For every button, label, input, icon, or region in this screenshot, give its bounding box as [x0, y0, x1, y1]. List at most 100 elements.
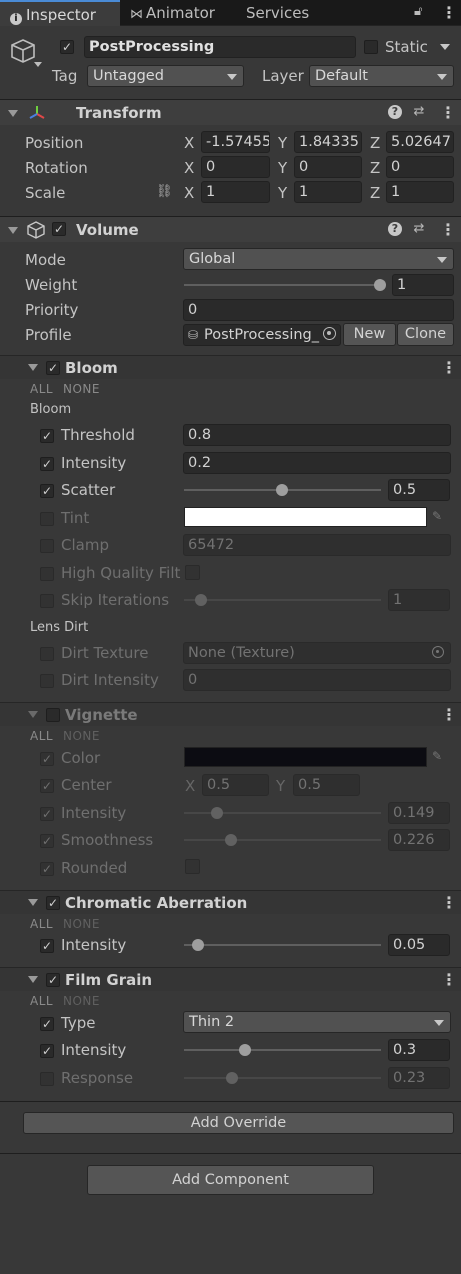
mode-dropdown[interactable]: Global [183, 248, 454, 270]
component-menu-icon[interactable]: ⋮ [440, 222, 456, 238]
tab-menu-icon[interactable]: ⋮ [441, 5, 457, 21]
add-override-button[interactable]: Add Override [23, 1112, 454, 1134]
foldout-arrow-icon[interactable] [28, 711, 38, 718]
position-y-field[interactable]: 1.84335 [294, 131, 362, 153]
dirt-texture-override-checkbox[interactable] [40, 647, 54, 661]
weight-slider-thumb[interactable] [374, 279, 386, 291]
object-name-input[interactable]: PostProcessing [84, 36, 356, 58]
presets-icon[interactable]: ⇄ [412, 105, 426, 119]
help-icon[interactable]: ? [388, 222, 402, 236]
clone-profile-button[interactable]: Clone [397, 323, 454, 346]
film-grain-enabled-checkbox[interactable]: ✓ [46, 973, 60, 987]
vignette-header[interactable]: Vignette ⋮ [0, 702, 461, 726]
smoothness-field[interactable]: 0.226 [388, 829, 450, 851]
position-z-field[interactable]: 5.02647 [386, 131, 454, 153]
tint-override-checkbox[interactable] [40, 512, 54, 526]
position-x-field[interactable]: -1.57455 [201, 131, 270, 153]
eyedropper-icon[interactable]: ✎ [432, 749, 442, 763]
priority-field[interactable]: 0 [183, 299, 454, 321]
tint-color-swatch[interactable] [184, 507, 427, 527]
none-button[interactable]: NONE [63, 382, 100, 396]
dirt-intensity-override-checkbox[interactable] [40, 674, 54, 688]
weight-field[interactable]: 1 [392, 274, 454, 296]
rotation-x-field[interactable]: 0 [201, 156, 270, 178]
foldout-arrow-icon[interactable] [8, 110, 18, 117]
chromatic-intensity-override-checkbox[interactable]: ✓ [40, 939, 54, 953]
rounded-checkbox[interactable] [185, 859, 200, 874]
color-override-checkbox[interactable]: ✓ [40, 752, 54, 766]
layer-dropdown[interactable]: Default [309, 65, 454, 87]
icon-dropdown-caret[interactable] [34, 62, 42, 67]
all-button[interactable]: ALL [30, 729, 53, 743]
response-override-checkbox[interactable] [40, 1072, 54, 1086]
grain-intensity-field[interactable]: 0.3 [388, 1039, 450, 1061]
hq-override-checkbox[interactable] [40, 567, 54, 581]
volume-enabled-checkbox[interactable]: ✓ [52, 222, 66, 236]
vignette-intensity-field[interactable]: 0.149 [388, 802, 450, 824]
dirt-texture-field[interactable]: None (Texture) [183, 642, 451, 664]
type-override-checkbox[interactable]: ✓ [40, 1017, 54, 1031]
film-grain-header[interactable]: ✓ Film Grain ⋮ [0, 967, 461, 991]
grain-intensity-override-checkbox[interactable]: ✓ [40, 1044, 54, 1058]
vignette-enabled-checkbox[interactable] [46, 708, 60, 722]
bloom-header[interactable]: ✓ Bloom ⋮ [0, 355, 461, 379]
chromatic-intensity-slider-thumb[interactable] [192, 939, 204, 951]
rounded-override-checkbox[interactable]: ✓ [40, 862, 54, 876]
skip-slider-track[interactable] [184, 599, 381, 601]
center-x-field[interactable]: 0.5 [202, 774, 269, 796]
weight-slider-track[interactable] [184, 284, 380, 286]
smoothness-slider-thumb[interactable] [225, 834, 237, 846]
scatter-override-checkbox[interactable]: ✓ [40, 484, 54, 498]
foldout-arrow-icon[interactable] [28, 976, 38, 983]
chromatic-intensity-slider-track[interactable] [184, 944, 381, 946]
type-dropdown[interactable]: Thin 2 [183, 1011, 451, 1033]
volume-header[interactable]: ✓ Volume ? ⇄ ⋮ [0, 216, 461, 242]
all-button[interactable]: ALL [30, 917, 53, 931]
clamp-override-checkbox[interactable] [40, 539, 54, 553]
center-y-field[interactable]: 0.5 [293, 774, 360, 796]
skip-iterations-field[interactable]: 1 [388, 589, 450, 611]
hq-filtering-checkbox[interactable] [185, 565, 200, 580]
profile-field[interactable]: PostProcessing_ [183, 324, 341, 346]
response-slider-track[interactable] [184, 1077, 381, 1079]
tab-animator[interactable]: ⋈ Animator [130, 0, 215, 26]
component-menu-icon[interactable]: ⋮ [440, 105, 456, 121]
skip-slider-thumb[interactable] [195, 594, 207, 606]
static-checkbox[interactable] [364, 40, 378, 54]
chromatic-intensity-field[interactable]: 0.05 [388, 934, 450, 956]
rotation-y-field[interactable]: 0 [294, 156, 362, 178]
none-button[interactable]: NONE [63, 729, 100, 743]
eyedropper-icon[interactable]: ✎ [432, 509, 442, 523]
foldout-arrow-icon[interactable] [28, 364, 38, 371]
center-override-checkbox[interactable]: ✓ [40, 779, 54, 793]
intensity-override-checkbox[interactable]: ✓ [40, 457, 54, 471]
constrain-proportions-icon[interactable]: ⛓︎ [156, 184, 173, 199]
skip-override-checkbox[interactable] [40, 594, 54, 608]
tag-dropdown[interactable]: Untagged [87, 65, 244, 87]
tab-inspector[interactable]: i Inspector [0, 0, 120, 26]
object-picker-icon[interactable] [432, 646, 444, 658]
presets-icon[interactable]: ⇄ [412, 222, 426, 236]
vignette-intensity-slider-thumb[interactable] [211, 807, 223, 819]
object-picker-icon[interactable] [323, 327, 336, 340]
scatter-field[interactable]: 0.5 [388, 479, 450, 501]
clamp-field[interactable]: 65472 [183, 534, 451, 556]
rotation-z-field[interactable]: 0 [386, 156, 454, 178]
scatter-slider-thumb[interactable] [276, 484, 288, 496]
scale-z-field[interactable]: 1 [386, 181, 454, 203]
active-checkbox[interactable]: ✓ [60, 40, 74, 54]
response-slider-thumb[interactable] [226, 1072, 238, 1084]
smoothness-slider-track[interactable] [184, 839, 381, 841]
scale-y-field[interactable]: 1 [294, 181, 362, 203]
scale-x-field[interactable]: 1 [201, 181, 270, 203]
vignette-color-swatch[interactable] [184, 747, 427, 767]
intensity-field[interactable]: 0.2 [183, 452, 451, 474]
none-button[interactable]: NONE [63, 994, 100, 1008]
threshold-field[interactable]: 0.8 [183, 424, 451, 446]
response-field[interactable]: 0.23 [388, 1067, 450, 1089]
chromatic-enabled-checkbox[interactable]: ✓ [46, 896, 60, 910]
smoothness-override-checkbox[interactable]: ✓ [40, 834, 54, 848]
none-button[interactable]: NONE [63, 917, 100, 931]
help-icon[interactable]: ? [388, 105, 402, 119]
grain-intensity-slider-thumb[interactable] [239, 1044, 251, 1056]
